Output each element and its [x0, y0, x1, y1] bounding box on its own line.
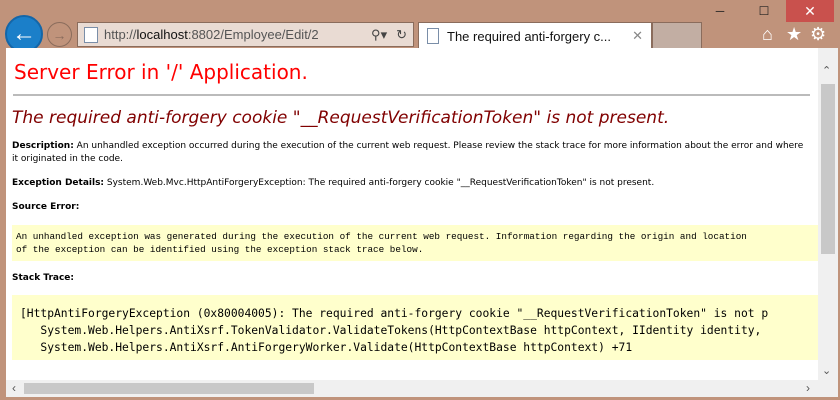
page-content: Server Error in '/' Application. The req…: [6, 48, 818, 380]
back-icon: ←: [12, 20, 36, 47]
scroll-thumb[interactable]: [24, 383, 314, 394]
url-path: :8802/Employee/Edit/2: [187, 27, 319, 42]
stack-line: System.Web.Helpers.AntiXsrf.AntiForgeryW…: [20, 341, 633, 354]
scroll-up-icon[interactable]: ⌃: [822, 64, 831, 77]
page-icon: [427, 28, 439, 44]
tab-active[interactable]: The required anti-forgery c... ✕: [418, 22, 652, 49]
star-icon[interactable]: ★: [786, 24, 802, 45]
page-icon: [84, 26, 98, 43]
scroll-right-icon[interactable]: ›: [806, 381, 810, 395]
scroll-down-icon[interactable]: ⌄: [822, 364, 831, 377]
error-heading: The required anti-forgery cookie "__Requ…: [12, 108, 670, 128]
description-label: Description:: [12, 141, 74, 151]
horizontal-scrollbar[interactable]: ‹ ›: [6, 380, 838, 397]
source-error-label: Source Error:: [12, 202, 80, 212]
maximize-button[interactable]: ☐: [742, 0, 786, 22]
source-error-line: An unhandled exception was generated dur…: [16, 231, 747, 242]
home-icon[interactable]: ⌂: [762, 24, 773, 45]
stack-line: [HttpAntiForgeryException (0x80004005): …: [20, 307, 769, 320]
description-text: An unhandled exception occurred during t…: [12, 141, 804, 164]
stack-line: System.Web.Helpers.AntiXsrf.TokenValidat…: [20, 324, 762, 337]
refresh-icon[interactable]: ↻: [396, 27, 407, 43]
page-title: Server Error in '/' Application.: [14, 60, 308, 84]
close-tab-icon[interactable]: ✕: [632, 28, 643, 44]
tab-title: The required anti-forgery c...: [447, 28, 612, 44]
gear-icon[interactable]: ⚙: [810, 24, 826, 45]
exception-text: System.Web.Mvc.HttpAntiForgeryException:…: [104, 178, 655, 188]
close-window-button[interactable]: ✕: [786, 0, 834, 22]
search-icon[interactable]: ⚲▾: [371, 27, 387, 43]
address-bar[interactable]: http://localhost:8802/Employee/Edit/2 ⚲▾…: [77, 22, 414, 47]
source-error-block: An unhandled exception was generated dur…: [12, 225, 818, 261]
scroll-thumb[interactable]: [821, 84, 835, 254]
divider: [13, 94, 810, 96]
vertical-scrollbar[interactable]: ⌃ ⌄: [818, 48, 838, 380]
stack-trace-label: Stack Trace:: [12, 273, 75, 283]
url-host: localhost: [136, 27, 188, 42]
scroll-left-icon[interactable]: ‹: [12, 381, 16, 395]
description: Description: An unhandled exception occu…: [12, 140, 810, 166]
exception-label: Exception Details:: [12, 178, 105, 188]
url-prefix: http://: [104, 27, 137, 42]
minimize-button[interactable]: ─: [698, 0, 742, 22]
forward-button[interactable]: →: [47, 22, 72, 47]
forward-icon: →: [52, 26, 67, 43]
stack-trace-block: [HttpAntiForgeryException (0x80004005): …: [12, 295, 818, 360]
new-tab-button[interactable]: [652, 22, 702, 49]
exception-details: Exception Details: System.Web.Mvc.HttpAn…: [12, 177, 810, 190]
source-error-line: of the exception can be identified using…: [16, 244, 424, 255]
